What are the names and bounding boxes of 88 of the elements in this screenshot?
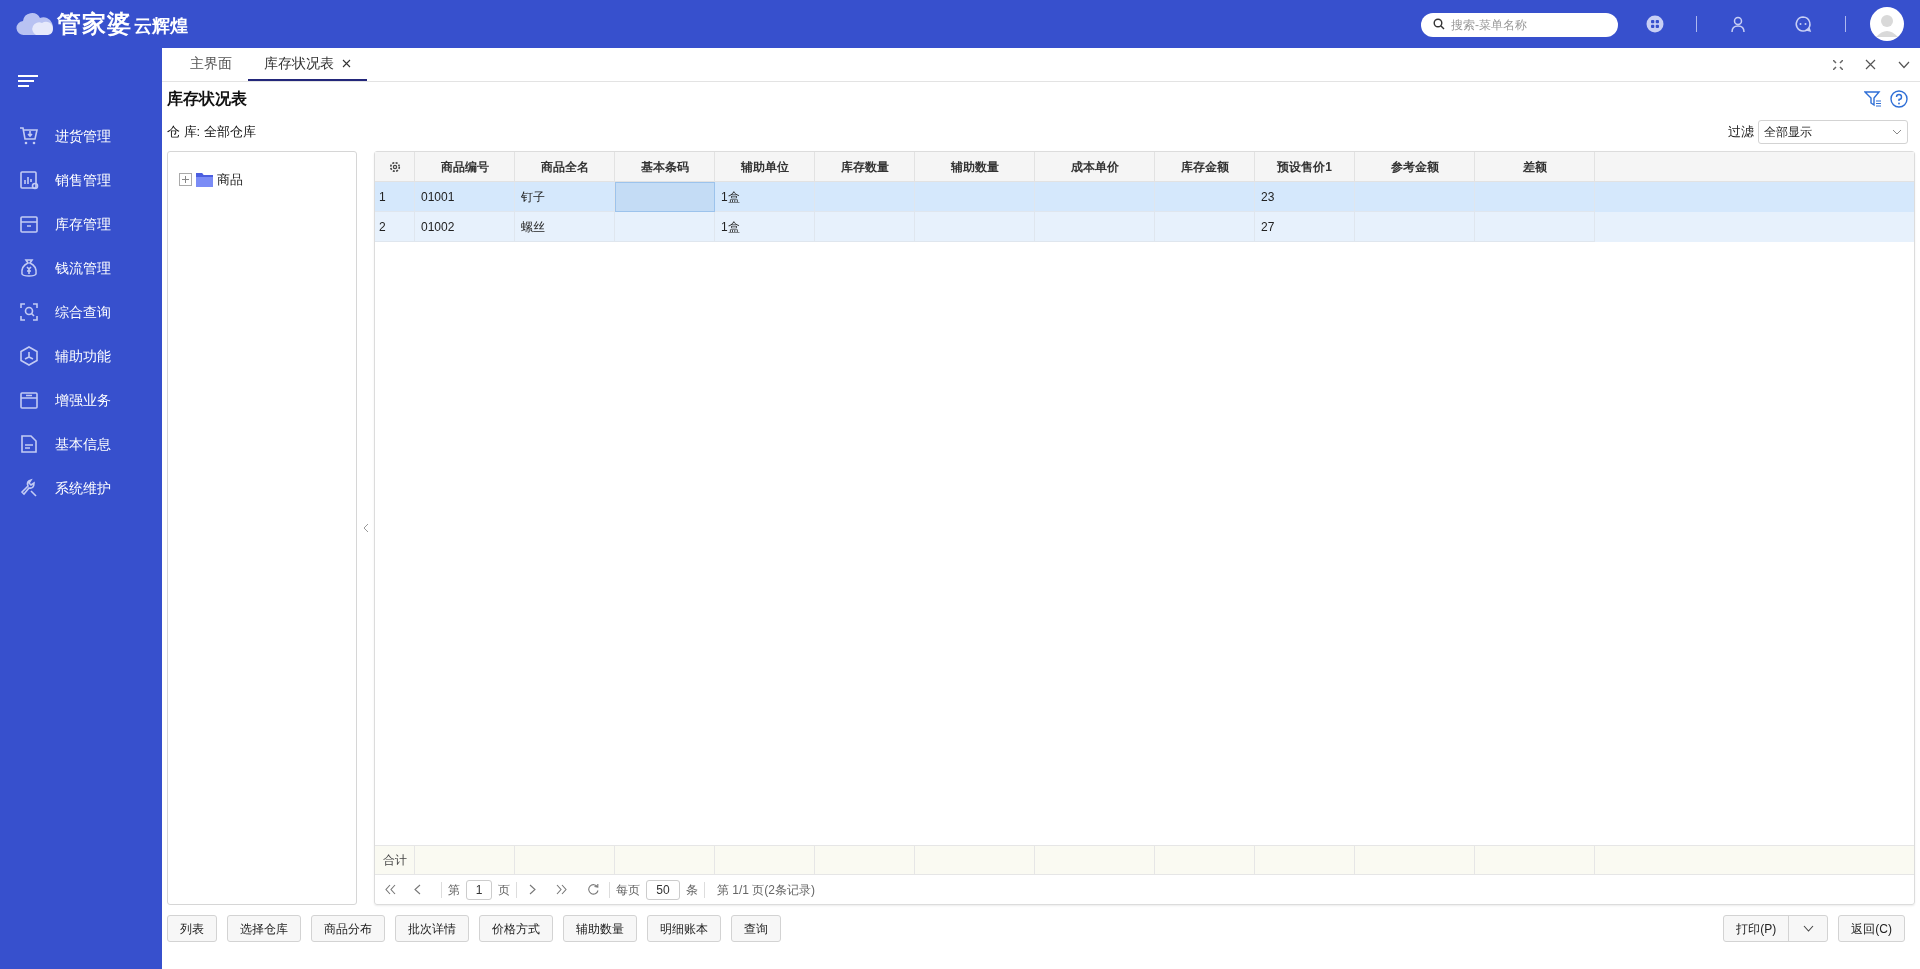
page-label: 第 xyxy=(448,881,460,899)
toolbar-button[interactable]: 价格方式 xyxy=(479,915,553,942)
sidebar-item[interactable]: 系统维护 xyxy=(0,466,162,510)
previous-page-icon[interactable] xyxy=(414,884,421,895)
per-page-label: 条 xyxy=(686,881,698,899)
next-page-icon[interactable] xyxy=(529,884,536,895)
print-button[interactable]: 打印(P) xyxy=(1724,916,1790,941)
help-icon[interactable] xyxy=(1890,90,1908,108)
chevron-down-icon[interactable] xyxy=(1898,60,1910,69)
scan-search-icon xyxy=(19,302,39,322)
sidebar-item[interactable]: 综合查询 xyxy=(0,290,162,334)
chart-icon xyxy=(19,170,39,190)
column-header[interactable]: 差额 xyxy=(1475,152,1595,181)
sidebar-item[interactable]: 辅助功能 xyxy=(0,334,162,378)
page-title: 库存状况表 xyxy=(167,89,247,109)
collapse-icon[interactable] xyxy=(362,523,369,533)
filter-dropdown[interactable]: 全部显示 xyxy=(1758,120,1908,144)
grid-icon[interactable] xyxy=(1646,15,1664,33)
tab[interactable]: 库存状况表 xyxy=(248,48,367,81)
cart-icon xyxy=(19,126,39,146)
search-field[interactable]: 搜索-菜单名称 xyxy=(1421,13,1618,37)
table-row[interactable]: 2 01002 螺丝 1盒 27 xyxy=(375,212,1914,242)
column-header[interactable]: 成本单价 xyxy=(1035,152,1155,181)
document-icon xyxy=(19,434,39,454)
wrench-icon xyxy=(19,478,39,498)
toolbar-button[interactable]: 辅助数量 xyxy=(563,915,637,942)
toolbar-button[interactable]: 查询 xyxy=(731,915,781,942)
toolbar-button[interactable]: 列表 xyxy=(167,915,217,942)
column-header[interactable]: 商品全名 xyxy=(515,152,615,181)
last-page-icon[interactable] xyxy=(556,884,567,895)
close-icon[interactable] xyxy=(1865,59,1876,70)
close-icon[interactable] xyxy=(342,59,351,68)
panel-icon xyxy=(19,390,39,410)
filter-label: 过滤 xyxy=(1728,123,1754,142)
expand-node-icon[interactable] xyxy=(179,173,192,187)
per-page-label: 每页 xyxy=(616,881,640,899)
page-field[interactable]: 1 xyxy=(466,879,492,900)
per-page-field[interactable]: 50 xyxy=(646,879,680,900)
box-icon xyxy=(19,214,39,234)
toolbar-button[interactable]: 选择仓库 xyxy=(227,915,301,942)
column-header[interactable]: 商品编号 xyxy=(415,152,515,181)
settings-icon[interactable] xyxy=(388,160,401,173)
sidebar-item[interactable]: 钱流管理 xyxy=(0,246,162,290)
money-bag-icon xyxy=(19,258,39,278)
logo-subtitle: 云辉煌 xyxy=(134,17,188,35)
toolbar-button[interactable]: 明细账本 xyxy=(647,915,721,942)
table-cell: 1盒 xyxy=(715,212,815,242)
filter-icon[interactable] xyxy=(1864,90,1882,108)
summary-label: 合计 xyxy=(375,846,415,874)
tab[interactable]: 主界面 xyxy=(174,48,248,81)
table-cell: 27 xyxy=(1255,212,1355,242)
column-header[interactable]: 参考金额 xyxy=(1355,152,1475,181)
sidebar-item[interactable]: 销售管理 xyxy=(0,158,162,202)
column-header[interactable]: 库存金额 xyxy=(1155,152,1255,181)
column-header[interactable]: 基本条码 xyxy=(615,152,715,181)
toolbar-button[interactable]: 批次详情 xyxy=(395,915,469,942)
avatar-icon[interactable] xyxy=(1870,7,1904,41)
page-label: 页 xyxy=(498,881,510,899)
page-info: 第 1/1 页(2条记录) xyxy=(717,881,815,899)
column-header[interactable]: 预设售价1 xyxy=(1255,152,1355,181)
table-cell: 01002 xyxy=(415,212,515,242)
menu-icon[interactable] xyxy=(18,75,38,87)
table-row[interactable]: 1 01001 钉子 1盒 23 xyxy=(375,182,1914,212)
toolbar-button[interactable]: 商品分布 xyxy=(311,915,385,942)
column-header[interactable]: 库存数量 xyxy=(815,152,915,181)
warehouse-label: 仓 库: 全部仓库 xyxy=(167,123,256,142)
chevron-down-icon xyxy=(1892,129,1902,135)
logo-text: 管家婆 xyxy=(57,12,132,36)
sidebar-item[interactable]: 基本信息 xyxy=(0,422,162,466)
fullscreen-icon[interactable] xyxy=(1833,59,1843,70)
column-header[interactable]: 辅助单位 xyxy=(715,152,815,181)
search-icon xyxy=(1433,18,1445,30)
row-number: 2 xyxy=(375,212,415,242)
first-page-icon[interactable] xyxy=(385,884,396,895)
table-cell: 螺丝 xyxy=(515,212,615,242)
chat-icon[interactable] xyxy=(1794,15,1812,33)
sidebar-item[interactable]: 增强业务 xyxy=(0,378,162,422)
tree-node[interactable]: 商品 xyxy=(179,170,356,190)
sidebar-item[interactable]: 进货管理 xyxy=(0,114,162,158)
refresh-icon[interactable] xyxy=(587,884,599,895)
sidebar-item[interactable]: 库存管理 xyxy=(0,202,162,246)
cloud-logo-icon xyxy=(16,12,54,36)
column-header[interactable]: 辅助数量 xyxy=(915,152,1035,181)
user-icon[interactable] xyxy=(1729,15,1747,33)
folder-icon xyxy=(196,172,213,188)
hexagon-icon xyxy=(19,346,39,366)
chevron-down-icon xyxy=(1802,925,1814,932)
back-button[interactable]: 返回(C) xyxy=(1838,915,1905,942)
